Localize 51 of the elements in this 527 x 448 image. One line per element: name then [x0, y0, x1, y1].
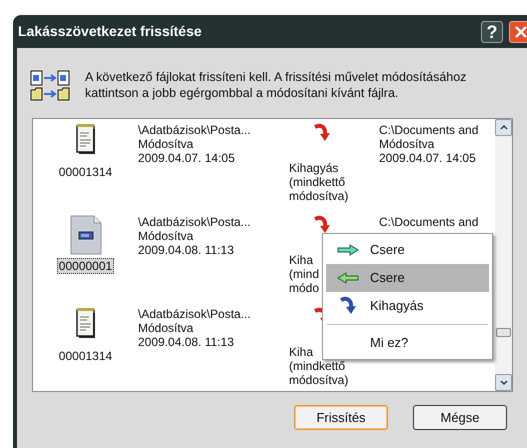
source-info-text: Módosítva: [138, 229, 194, 243]
notepad-icon: [74, 123, 96, 155]
source-info-text: Módosítva: [138, 321, 194, 335]
arrow-right-icon: [337, 244, 359, 256]
dialog-button[interactable]: Frissítés: [294, 405, 388, 430]
action-text: (mindkettő: [289, 359, 346, 373]
target-info-text: C:\Documents and: [379, 215, 478, 229]
menu-item[interactable]: Kihagyás: [326, 292, 489, 320]
action-text: Kiha: [289, 253, 314, 267]
action-text: módosítva): [289, 189, 348, 203]
action-text: Kiha: [289, 345, 314, 359]
source-info-text: 2009.04.07. 14:05: [138, 151, 235, 165]
menu-item[interactable]: Csere: [326, 236, 489, 264]
action-text: Kihagyás: [289, 161, 338, 175]
source-info-text: Módosítva: [138, 137, 194, 151]
file-name[interactable]: 00000001: [56, 258, 114, 274]
help-button[interactable]: ?: [481, 20, 503, 42]
action-text: módosítva): [289, 373, 348, 387]
source-info-text: \Adatbázisok\Posta...: [138, 123, 251, 137]
source-info-text: 2009.04.08. 11:13: [138, 243, 234, 257]
source-info-text: \Adatbázisok\Posta...: [138, 215, 251, 229]
menu-item[interactable]: Csere: [326, 264, 489, 292]
scroll-thumb[interactable]: [496, 328, 511, 337]
notepad-icon: [74, 307, 96, 339]
chevron-up-icon: [500, 125, 508, 130]
close-icon: [515, 26, 527, 38]
close-button[interactable]: [509, 20, 527, 42]
scrollbar[interactable]: [495, 119, 512, 391]
scroll-down-button[interactable]: [495, 374, 512, 391]
target-info-text: 2009.04.07. 14:05: [379, 151, 476, 165]
curved-arrow-icon: [339, 296, 357, 316]
arrow-left-icon: [337, 272, 359, 284]
action-text: módo: [289, 281, 320, 295]
target-info-text: Módosítva: [379, 137, 434, 151]
window-title: Lakásszövetkezet frissítése: [18, 22, 203, 41]
curved-arrow-icon: [313, 123, 331, 143]
scroll-up-button[interactable]: [495, 119, 512, 136]
chevron-down-icon: [500, 380, 508, 385]
source-info-text: 2009.04.08. 11:13: [138, 335, 234, 349]
document-icon: [70, 215, 102, 255]
action-text: (mind: [289, 267, 320, 281]
file-name[interactable]: 00001314: [56, 348, 114, 364]
curved-arrow-icon: [313, 215, 331, 235]
source-info-text: \Adatbázisok\Posta...: [138, 307, 251, 321]
action-text: (mindkettő: [289, 175, 346, 189]
menu-item[interactable]: Mi ez?: [326, 329, 489, 357]
dialog-button[interactable]: Mégse: [413, 405, 507, 430]
file-sync-icon: [30, 70, 72, 102]
target-info-text: C:\Documents and: [379, 123, 478, 137]
file-name[interactable]: 00001314: [56, 164, 114, 180]
instruction-text: A következő fájlokat frissíteni kell. A frissítési művelet módosításához kattintson a jobb egérgombbal a módosítani kívánt fájlra.: [85, 69, 468, 101]
